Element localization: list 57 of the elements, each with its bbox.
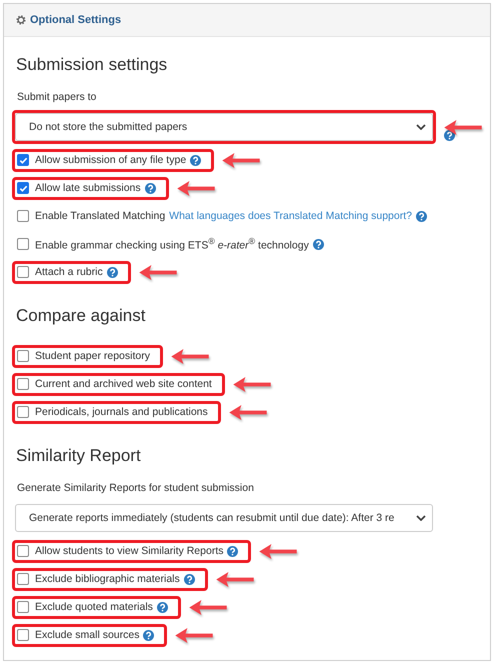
help-icon[interactable] [416,210,427,222]
checkbox[interactable] [17,154,29,166]
dropdown[interactable]: Do not store the submitted papers [15,113,433,141]
help-icon[interactable] [106,266,118,278]
help-link[interactable]: What languages does Translated Matching support? [169,210,412,222]
checkbox-label[interactable]: Exclude bibliographic materials [35,573,180,585]
arrow-annotation [175,628,214,642]
checkbox-label[interactable]: Periodicals, journals and publications [35,406,208,418]
arrow-annotation [232,376,271,392]
checkbox-label[interactable]: Allow students to view Similarity Reports [35,545,224,557]
arrow-annotation [222,152,260,168]
dropdown[interactable]: Generate reports immediately (students can resubmit until due date): After 3 re [15,504,433,532]
arrow-annotation [176,180,215,196]
help-icon[interactable] [143,630,154,640]
checkbox-label[interactable]: Exclude quoted materials [35,601,153,613]
checkbox[interactable] [17,629,29,641]
arrow-annotation [216,572,254,586]
help-icon[interactable] [184,574,195,584]
checkbox-label[interactable]: Attach a rubric [35,266,103,278]
chevron-down-icon [416,515,426,521]
checkbox-label[interactable]: Student paper repository [35,350,150,362]
arrow-annotation [138,264,177,280]
field-label: Submit papers to [17,91,98,103]
section-heading: Submission settings [16,55,168,75]
help-icon[interactable] [312,238,324,250]
checkbox-label[interactable]: Enable Translated Matching [35,210,166,222]
chevron-down-icon [416,124,426,130]
arrow-annotation [188,600,227,614]
checkbox-label[interactable]: Current and archived web site content [35,378,212,390]
checkbox[interactable] [17,545,29,557]
field-label: Generate Similarity Reports for student submission [17,482,255,494]
checkbox[interactable] [17,182,29,194]
panel-title[interactable]: Optional Settings [30,14,122,26]
section-heading: Similarity Report [16,446,142,466]
help-icon[interactable] [144,182,156,194]
checkbox[interactable] [17,406,29,418]
arrow-annotation [444,120,482,134]
help-icon[interactable] [190,154,202,166]
help-icon[interactable] [444,130,455,140]
checkbox[interactable] [17,573,29,585]
help-icon[interactable] [227,546,238,556]
checkbox[interactable] [17,238,29,250]
checkbox[interactable] [17,350,29,362]
checkbox-label[interactable]: Exclude small sources [35,629,140,641]
arrow-annotation [228,404,267,420]
checkbox[interactable] [17,378,29,390]
checkbox[interactable] [17,601,29,613]
checkbox[interactable] [17,210,29,222]
checkbox[interactable] [17,266,29,278]
checkbox-label[interactable]: Allow late submissions [35,182,141,194]
arrow-annotation [171,348,209,364]
checkbox-label[interactable]: Allow submission of any file type [35,154,186,166]
arrow-annotation [259,544,298,558]
checkbox-label[interactable]: Enable grammar checking using ETS$^{®}$ e-rater$^{®}$ technology [35,236,309,252]
section-heading: Compare against [16,306,146,326]
gear-icon [16,15,26,25]
help-icon[interactable] [156,602,168,612]
